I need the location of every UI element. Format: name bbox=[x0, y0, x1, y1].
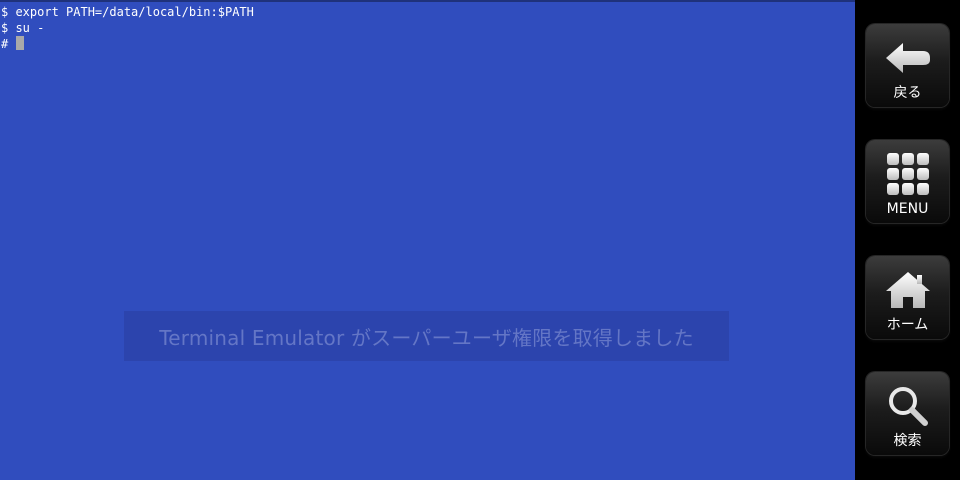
back-button[interactable]: 戻る bbox=[866, 24, 949, 107]
terminal-cursor bbox=[16, 36, 25, 50]
search-label: 検索 bbox=[893, 433, 922, 449]
terminal-output: $ export PATH=/data/local/bin:$PATH $ su… bbox=[0, 0, 855, 52]
terminal-prompt: # bbox=[1, 37, 9, 51]
terminal-prompt-line: # bbox=[1, 36, 855, 52]
home-icon bbox=[884, 264, 932, 316]
home-button[interactable]: ホーム bbox=[866, 256, 949, 339]
back-arrow-icon bbox=[883, 32, 933, 84]
search-button[interactable]: 検索 bbox=[866, 372, 949, 455]
toast-notification: Terminal Emulator がスーパーユーザ権限を取得しました bbox=[124, 311, 729, 361]
menu-grid-icon bbox=[886, 148, 929, 200]
terminal-line: $ export PATH=/data/local/bin:$PATH bbox=[1, 5, 254, 19]
screen: $ export PATH=/data/local/bin:$PATH $ su… bbox=[0, 0, 960, 480]
toast-message: Terminal Emulator がスーパーユーザ権限を取得しました bbox=[159, 325, 694, 350]
menu-button[interactable]: MENU bbox=[866, 140, 949, 223]
search-icon bbox=[886, 380, 930, 432]
home-label: ホーム bbox=[886, 317, 929, 333]
terminal-view[interactable]: $ export PATH=/data/local/bin:$PATH $ su… bbox=[0, 0, 855, 480]
menu-label: MENU bbox=[886, 201, 929, 217]
terminal-line: $ su - bbox=[1, 21, 45, 35]
back-label: 戻る bbox=[893, 85, 922, 101]
navigation-sidebar: 戻る MENU ホーム 検索 bbox=[855, 0, 960, 480]
